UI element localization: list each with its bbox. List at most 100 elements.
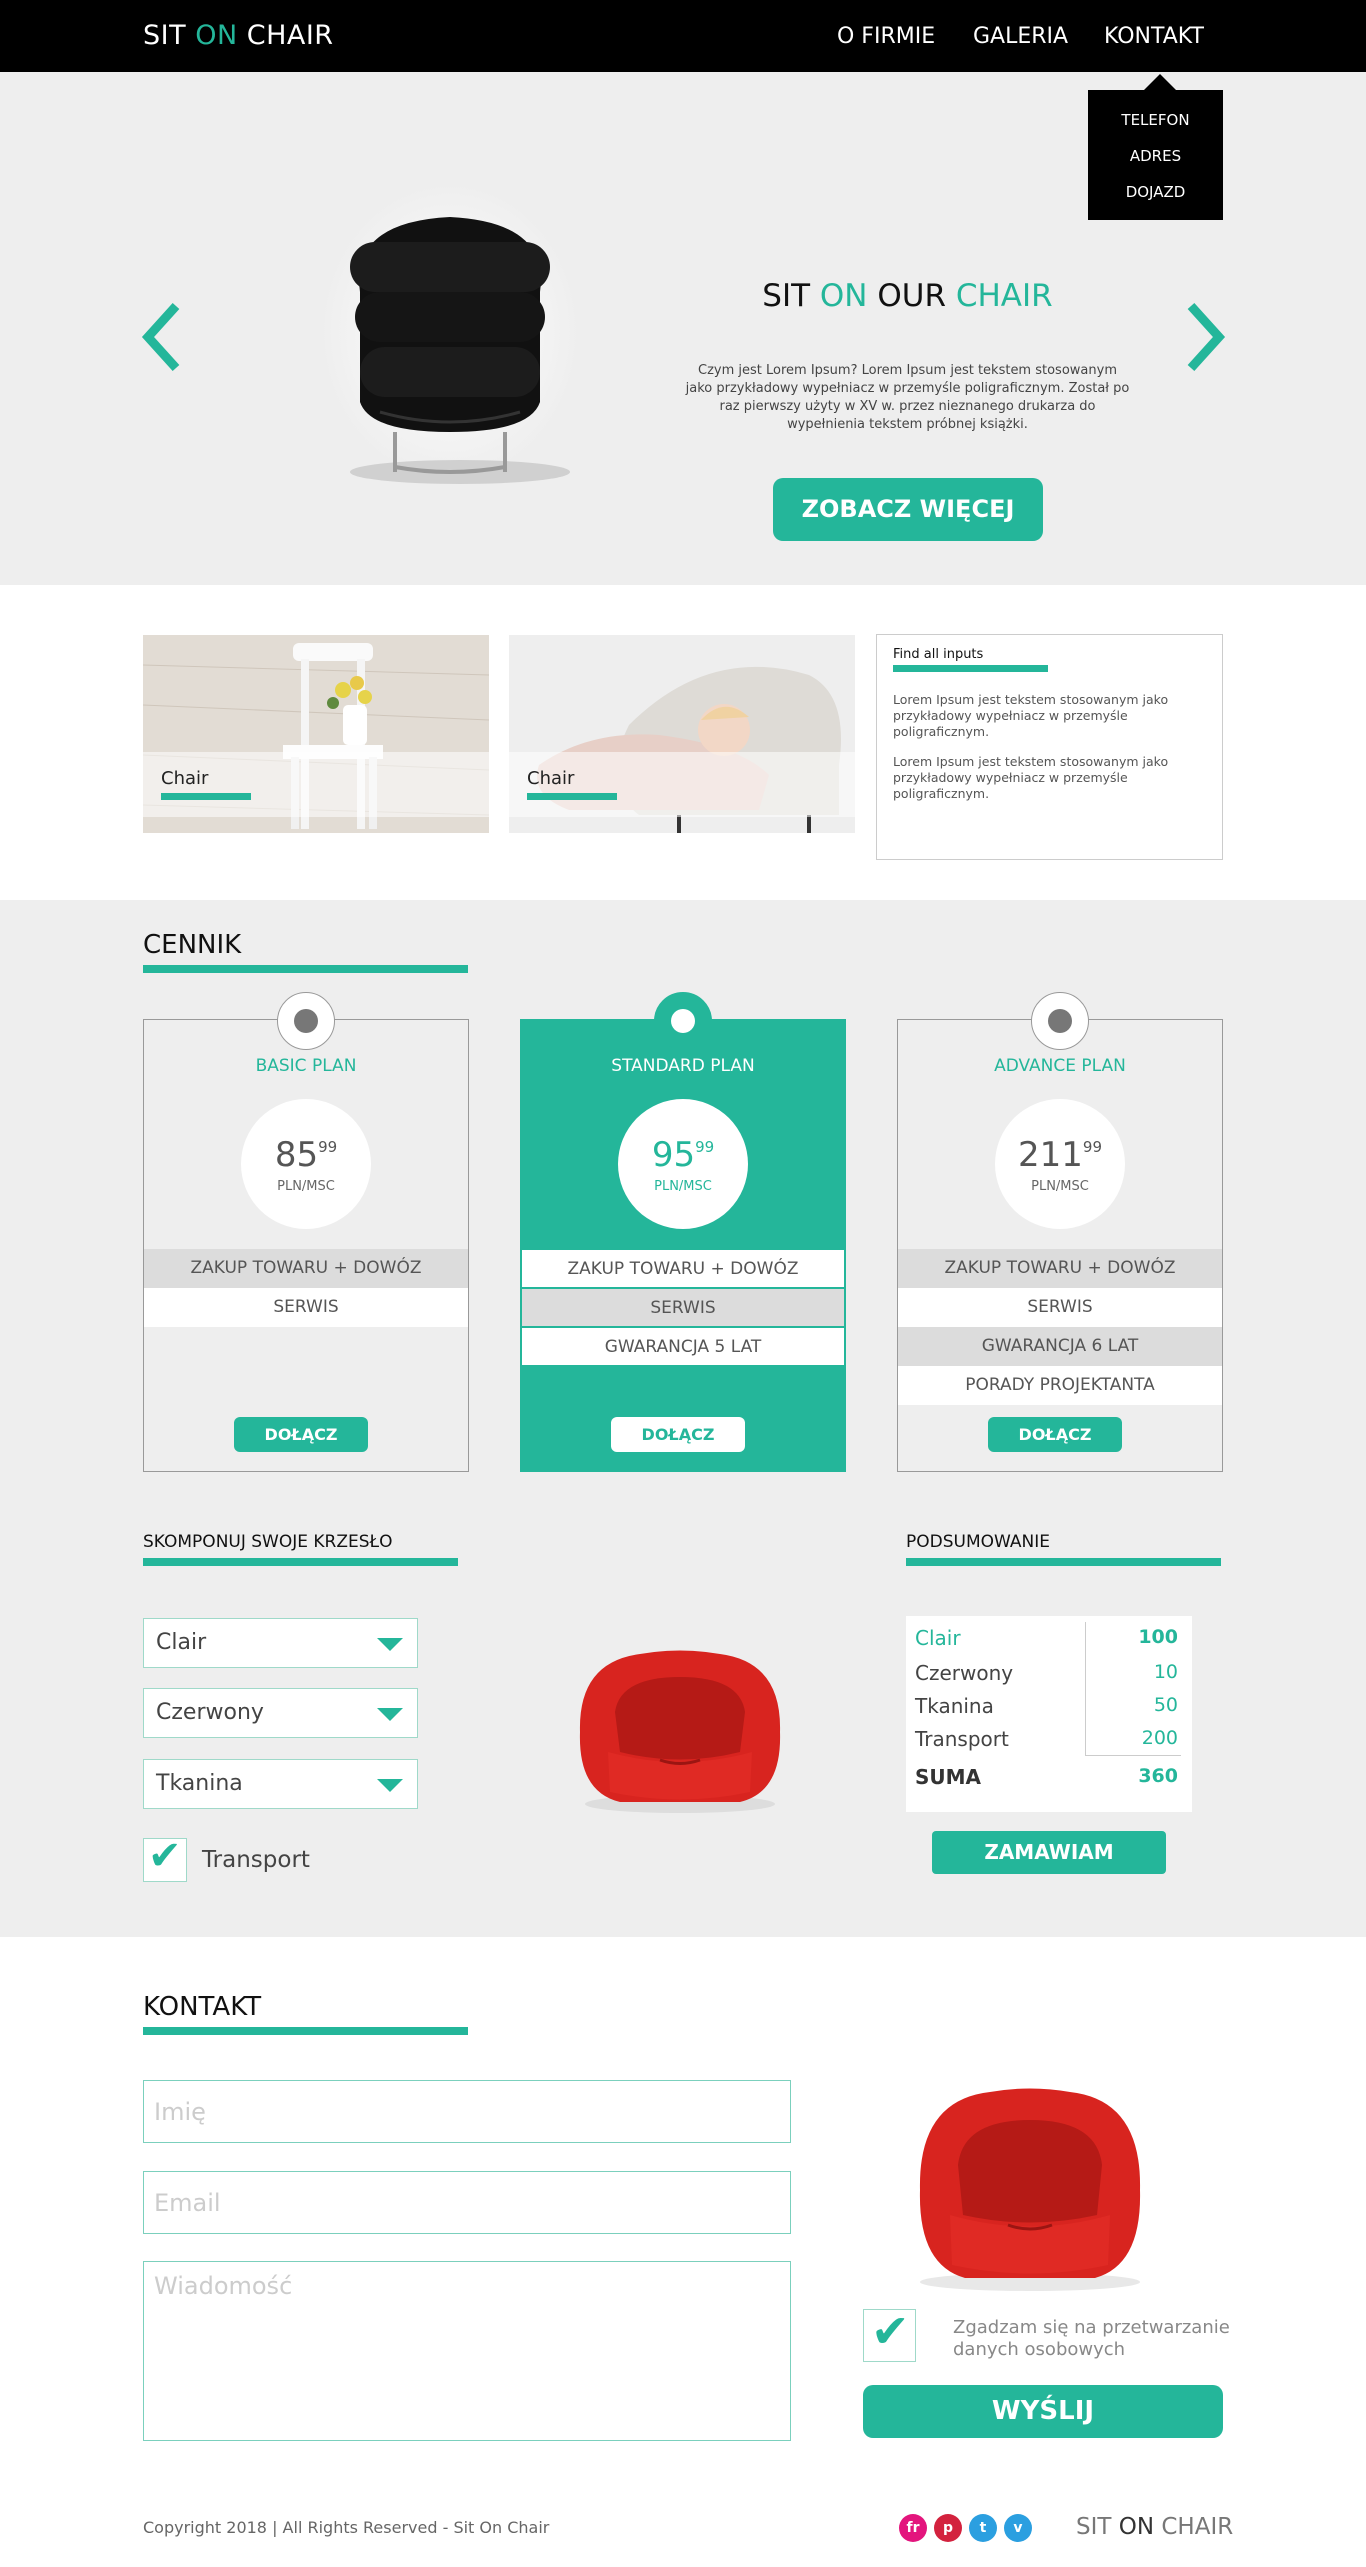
configurator-title-bar [143,1558,458,1566]
plan-card-basic: BASIC PLAN 8599 PLN/MSC ZAKUP TOWARU + D… [143,1019,469,1472]
plan-feature: SERWIS [898,1288,1222,1327]
info-box-paragraph: Lorem Ipsum jest tekstem stosowanym jako… [893,692,1169,739]
summary-title: PODSUMOWANIE [906,1532,1050,1552]
transport-checkbox[interactable]: ✔ [143,1833,187,1882]
vimeo-icon[interactable]: v [1004,2514,1032,2542]
message-field[interactable] [143,2261,791,2441]
plan-price: 9599 [618,1135,748,1175]
feature-card-white-chair[interactable]: Chair [143,635,489,833]
summary-divider [1085,1755,1181,1756]
logo-part3: CHAIR [237,20,334,51]
plan-name: ADVANCE PLAN [994,1056,1126,1076]
feature-card-baby-chair[interactable]: Chair [509,635,855,833]
chevron-down-icon [377,1708,403,1721]
message-textarea[interactable] [144,2262,790,2440]
summary-total-label: SUMA [915,1765,982,1789]
dropdown-item-adres[interactable]: ADRES [1088,147,1223,165]
nav-link-galeria[interactable]: GALERIA [973,24,1068,49]
prev-slide-arrow-icon[interactable] [140,302,182,387]
feature-card-caption: Chair [143,752,489,817]
info-box-title: Find all inputs [893,647,984,662]
email-input[interactable] [144,2172,790,2233]
summary-row-label: Transport [915,1727,1009,1751]
checkmark-icon: ✔ [148,1833,182,1879]
hero-title: SIT ON OUR CHAIR [690,278,1125,314]
consent-checkbox[interactable]: ✔ [863,2304,916,2362]
kontakt-dropdown-menu: TELEFON ADRES DOJAZD [1088,74,1223,220]
summary-total-value: 360 [1138,1765,1178,1787]
feature-card-label: Chair [527,768,575,789]
plan-feature: PORADY PROJEKTANTA [898,1366,1222,1405]
email-field[interactable] [143,2171,791,2234]
site-logo[interactable]: SIT ON CHAIR [143,20,334,51]
join-advance-button[interactable]: DOŁĄCZ [988,1417,1122,1452]
price-unit: PLN/MSC [654,1179,712,1194]
hero-title-w3: OUR [867,278,956,314]
fr-social-icon[interactable]: fr [899,2514,927,2542]
nav-link-kontakt[interactable]: KONTAKT [1104,24,1204,49]
info-box-paragraph: Lorem Ipsum jest tekstem stosowanym jako… [893,754,1169,801]
price-value: 85 [274,1135,319,1175]
price-cents: 99 [695,1138,715,1156]
material-select-value: Tkanina [156,1771,243,1796]
summary-row-label: Clair [915,1626,961,1650]
pinterest-icon[interactable]: p [934,2514,962,2542]
contact-title-bar [143,2027,468,2035]
logo-part2: ON [195,20,238,51]
chevron-down-icon [377,1638,403,1651]
name-field[interactable] [143,2080,791,2143]
color-select-value: Czerwony [156,1700,264,1725]
nav-link-o-firmie[interactable]: O FIRMIE [837,24,935,49]
see-more-button[interactable]: ZOBACZ WIĘCEJ [773,478,1043,541]
dropdown-item-telefon[interactable]: TELEFON [1088,111,1223,129]
hero-description: Czym jest Lorem Ipsum? Lorem Ipsum jest … [685,363,1130,432]
feature-card-caption: Chair [509,752,855,817]
info-box-accent-bar [893,665,1048,672]
plan-feature: GWARANCJA 5 LAT [521,1327,845,1366]
plan-price: 21199 [995,1135,1125,1175]
summary-table: Clair 100 Czerwony 10 Tkanina 50 Transpo… [906,1616,1192,1812]
send-button[interactable]: WYŚLIJ [863,2385,1223,2438]
plan-feature: ZAKUP TOWARU + DOWÓZ [898,1249,1222,1288]
twitter-icon[interactable]: t [969,2514,997,2542]
hero-title-w1: SIT [762,278,820,314]
plan-pin-icon [277,992,335,1050]
price-cents: 99 [318,1138,338,1156]
plan-feature: ZAKUP TOWARU + DOWÓZ [144,1249,468,1288]
plan-feature: ZAKUP TOWARU + DOWÓZ [521,1249,845,1288]
copyright-text: Copyright 2018 | All Rights Reserved - S… [143,2518,550,2537]
model-select[interactable]: Clair [143,1618,418,1668]
footer-logo-part1: SIT [1076,2514,1119,2540]
top-navbar: SIT ON CHAIR O FIRMIE GALERIA KONTAKT [0,0,1366,72]
plan-name: BASIC PLAN [255,1056,357,1076]
pricing-title: CENNIK [143,930,242,960]
dropdown-item-dojazd[interactable]: DOJAZD [1088,183,1223,201]
name-input[interactable] [144,2081,790,2142]
join-basic-button[interactable]: DOŁĄCZ [234,1417,368,1452]
feature-card-accent-bar [527,793,617,800]
plan-feature: SERWIS [144,1288,468,1327]
model-select-value: Clair [156,1630,207,1655]
next-slide-arrow-icon[interactable] [1185,302,1227,387]
footer-logo[interactable]: SIT ON CHAIR [1076,2514,1233,2540]
red-chair-image [560,1632,800,1822]
info-box: Find all inputs Lorem Ipsum jest tekstem… [876,634,1223,860]
plan-card-advance: ADVANCE PLAN 21199 PLN/MSC ZAKUP TOWARU … [897,1019,1223,1472]
material-select[interactable]: Tkanina [143,1759,418,1809]
order-button[interactable]: ZAMAWIAM [932,1831,1166,1874]
color-select[interactable]: Czerwony [143,1688,418,1738]
price-cents: 99 [1082,1138,1102,1156]
join-standard-button[interactable]: DOŁĄCZ [611,1417,745,1452]
footer-logo-part2: ON [1118,2514,1155,2540]
summary-row-value: 100 [1138,1626,1178,1648]
pricing-title-bar [143,965,468,973]
plan-name: STANDARD PLAN [611,1056,755,1076]
price-circle: 8599 PLN/MSC [241,1099,371,1229]
hero-title-w2: ON [819,278,868,314]
hero-chair-image [300,182,600,502]
price-circle: 21199 PLN/MSC [995,1099,1125,1229]
plan-feature: SERWIS [521,1288,845,1327]
configurator-title: SKOMPONUJ SWOJE KRZESŁO [143,1532,393,1552]
chevron-down-icon [377,1779,403,1792]
summary-divider [1085,1622,1086,1755]
